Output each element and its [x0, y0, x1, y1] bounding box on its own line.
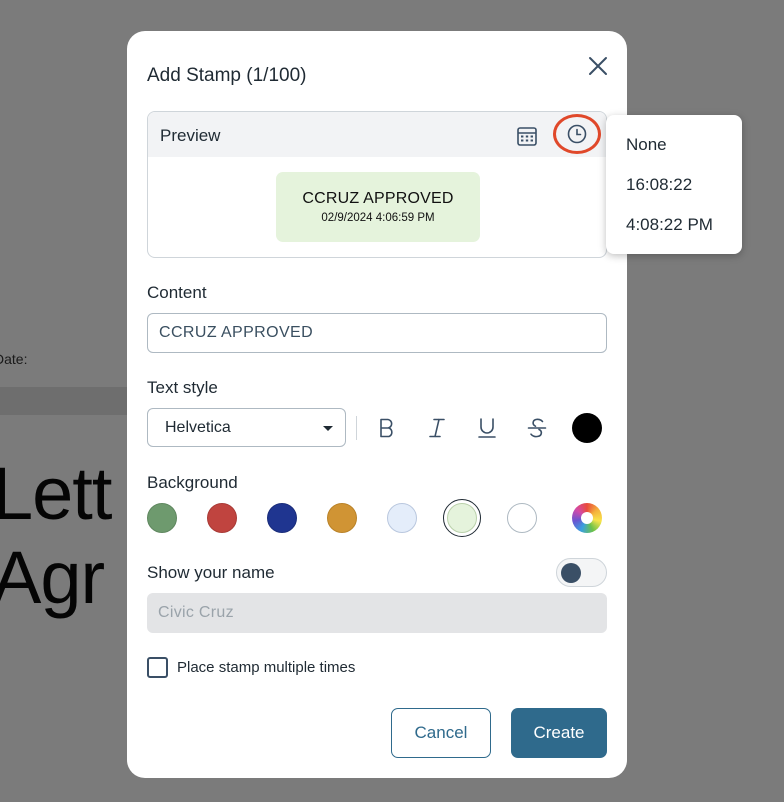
stamp-preview: CCRUZ APPROVED 02/9/2024 4:06:59 PM [276, 172, 480, 242]
close-icon [589, 57, 607, 75]
swatch-navy[interactable] [267, 503, 297, 533]
preview-label: Preview [160, 126, 221, 145]
color-wheel-icon [581, 512, 593, 524]
cancel-button[interactable]: Cancel [391, 708, 491, 758]
document-heading: Lett Agr [0, 452, 112, 619]
time-format-dropdown: None 16:08:22 4:08:22 PM [606, 115, 742, 254]
swatch-red[interactable] [207, 503, 237, 533]
document-divider-band [0, 387, 140, 415]
underline-button[interactable] [472, 413, 502, 443]
time-format-option-24h[interactable]: 16:08:22 [626, 175, 692, 195]
italic-button[interactable] [422, 413, 452, 443]
swatch-orange[interactable] [327, 503, 357, 533]
font-select[interactable]: Helvetica [147, 408, 346, 447]
name-field: Civic Cruz [147, 593, 607, 633]
time-format-option-none[interactable]: None [626, 135, 667, 155]
dialog-title: Add Stamp (1/100) [147, 65, 307, 86]
underline-icon [478, 418, 496, 438]
preview-header: Preview [148, 112, 606, 157]
time-format-option-12h[interactable]: 4:08:22 PM [626, 215, 713, 235]
close-button[interactable] [583, 51, 613, 81]
calendar-icon [517, 127, 537, 146]
document-date-label: Date: [0, 351, 28, 367]
place-multiple-checkbox[interactable] [147, 657, 168, 678]
content-label: Content [147, 283, 207, 302]
bold-button[interactable] [372, 413, 402, 443]
content-input[interactable] [147, 313, 607, 353]
place-multiple-label: Place stamp multiple times [177, 659, 356, 676]
clock-icon [567, 124, 587, 144]
swatch-light-green[interactable] [447, 503, 477, 533]
chevron-down-icon [323, 426, 333, 431]
strikethrough-icon [527, 418, 547, 438]
background-label: Background [147, 473, 238, 492]
strikethrough-button[interactable] [522, 413, 552, 443]
stamp-preview-date: 02/9/2024 4:06:59 PM [321, 212, 435, 224]
stamp-preview-panel: Preview CCRUZ APPROVED 02/9/2024 4:06:59… [147, 111, 607, 258]
swatch-white[interactable] [507, 503, 537, 533]
custom-color-button[interactable] [572, 503, 602, 533]
swatch-light-blue[interactable] [387, 503, 417, 533]
date-format-button[interactable] [515, 124, 539, 148]
italic-icon [429, 418, 445, 438]
stamp-preview-content: CCRUZ APPROVED [302, 190, 454, 207]
swatch-green[interactable] [147, 503, 177, 533]
show-name-label: Show your name [147, 563, 275, 582]
bold-icon [380, 418, 393, 438]
show-name-toggle[interactable] [556, 558, 607, 587]
font-select-value: Helvetica [165, 419, 231, 436]
add-stamp-dialog: Add Stamp (1/100) Preview CCRUZ APPROVED… [127, 31, 627, 778]
time-format-button[interactable] [553, 114, 601, 154]
text-style-label: Text style [147, 378, 218, 397]
toggle-knob [561, 563, 581, 583]
toolbar-divider [356, 416, 357, 440]
text-color-button[interactable] [572, 413, 602, 443]
create-button[interactable]: Create [511, 708, 607, 758]
